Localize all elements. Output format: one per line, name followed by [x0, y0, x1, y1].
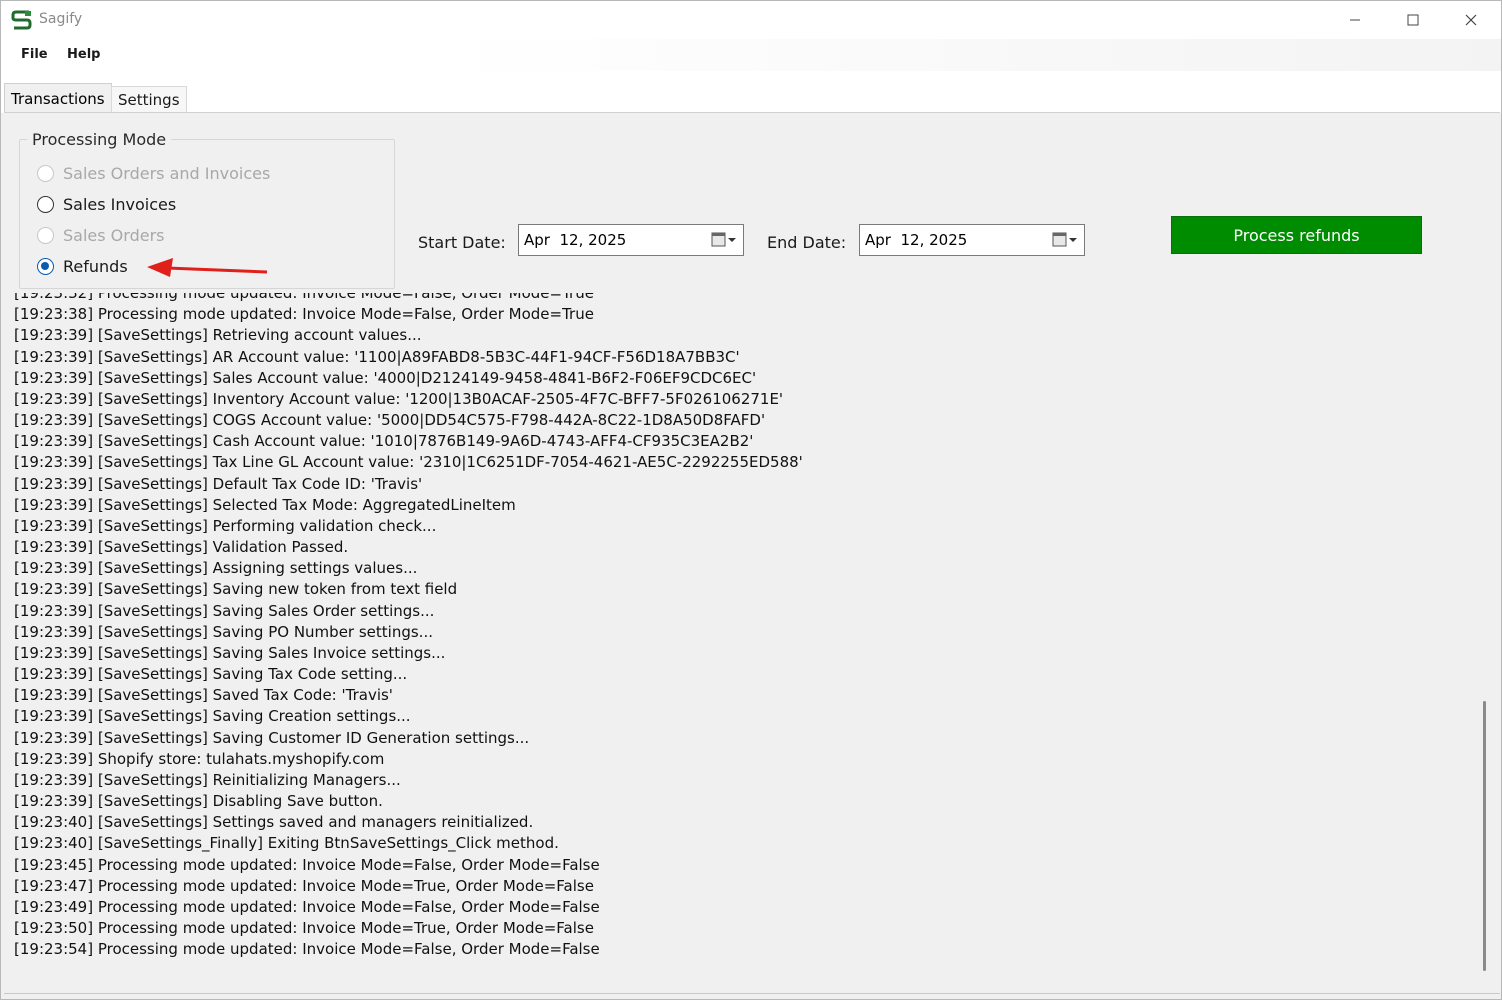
radio-button	[37, 165, 54, 182]
radio-button	[37, 227, 54, 244]
red-arrow-icon	[147, 258, 268, 277]
radio-label: Sales Orders and Invoices	[63, 164, 271, 183]
log-output[interactable]: [19:23:32] Processing mode updated: Invo…	[4, 293, 1478, 983]
maximize-icon	[1407, 14, 1419, 26]
menu-help[interactable]: Help	[67, 47, 100, 62]
log-line: [19:23:39] [SaveSettings] Saving Tax Cod…	[14, 665, 408, 684]
maximize-button[interactable]	[1384, 1, 1442, 39]
log-line: [19:23:32] Processing mode updated: Invo…	[14, 293, 594, 302]
log-line: [19:23:38] Processing mode updated: Invo…	[14, 305, 594, 324]
log-line: [19:23:39] Shopify store: tulahats.mysho…	[14, 749, 385, 768]
log-line: [19:23:39] [SaveSettings] Sales Account …	[14, 368, 757, 387]
menu-file[interactable]: File	[21, 47, 48, 62]
radio-button[interactable]	[37, 258, 54, 275]
start-date-label: Start Date:	[418, 233, 506, 252]
end-date-value[interactable]: Apr 12, 2025	[865, 231, 967, 249]
log-line: [19:23:39] [SaveSettings] Default Tax Co…	[14, 474, 423, 493]
tab-transactions[interactable]: Transactions	[4, 83, 112, 114]
app-window: Sagify File Help Transactions Settings P…	[0, 0, 1502, 1000]
log-line: [19:23:39] [SaveSettings] Assigning sett…	[14, 559, 418, 578]
log-line: [19:23:39] [SaveSettings] Performing val…	[14, 516, 437, 535]
log-line: [19:23:39] [SaveSettings] Saving Creatio…	[14, 707, 411, 726]
log-line: [19:23:39] [SaveSettings] AR Account val…	[14, 347, 740, 366]
log-line: [19:23:39] [SaveSettings] Cash Account v…	[14, 432, 754, 451]
radio-sales-invoices[interactable]: Sales Invoices	[37, 195, 176, 214]
window-title: Sagify	[39, 11, 83, 27]
log-line: [19:23:47] Processing mode updated: Invo…	[14, 876, 594, 895]
end-date-picker[interactable]: Apr 12, 2025	[859, 224, 1085, 256]
minimize-icon	[1350, 19, 1360, 21]
title-bar: Sagify	[1, 1, 1501, 39]
calendar-dropdown-icon[interactable]	[1052, 232, 1078, 248]
start-date-picker[interactable]: Apr 12, 2025	[518, 224, 744, 256]
log-line: [19:23:50] Processing mode updated: Invo…	[14, 919, 594, 938]
close-button[interactable]	[1442, 1, 1500, 39]
radio-label[interactable]: Sales Invoices	[63, 195, 176, 214]
app-logo-icon	[11, 10, 33, 30]
calendar-dropdown-icon[interactable]	[711, 232, 737, 248]
log-line: [19:23:39] [SaveSettings] Tax Line GL Ac…	[14, 453, 803, 472]
end-date-label: End Date:	[767, 233, 847, 252]
log-line: [19:23:39] [SaveSettings] Saving Sales I…	[14, 643, 446, 662]
radio-refunds[interactable]: Refunds	[37, 257, 128, 276]
radio-button[interactable]	[37, 196, 54, 213]
log-line: [19:23:45] Processing mode updated: Invo…	[14, 855, 600, 874]
radio-sales-orders: Sales Orders	[37, 226, 164, 245]
processing-mode-title: Processing Mode	[27, 130, 172, 149]
minimize-button[interactable]	[1326, 1, 1384, 39]
radio-sales-orders-and-invoices: Sales Orders and Invoices	[37, 164, 270, 183]
start-date-value[interactable]: Apr 12, 2025	[524, 231, 626, 249]
log-line: [19:23:54] Processing mode updated: Invo…	[14, 940, 600, 959]
tab-settings[interactable]: Settings	[111, 86, 187, 113]
log-line: [19:23:39] [SaveSettings] Selected Tax M…	[14, 495, 516, 514]
menu-bar: File Help	[1, 39, 1501, 71]
log-line: [19:23:39] [SaveSettings] Saved Tax Code…	[14, 686, 393, 705]
log-line: [19:23:40] [SaveSettings] Settings saved…	[14, 813, 534, 832]
radio-label: Sales Orders	[63, 226, 165, 245]
log-line: [19:23:40] [SaveSettings_Finally] Exitin…	[14, 834, 559, 853]
log-line: [19:23:39] [SaveSettings] Disabling Save…	[14, 792, 383, 811]
close-icon	[1465, 14, 1477, 26]
log-line: [19:23:49] Processing mode updated: Invo…	[14, 897, 600, 916]
radio-label[interactable]: Refunds	[63, 257, 128, 276]
log-line: [19:23:39] [SaveSettings] Saving new tok…	[14, 580, 458, 599]
log-line: [19:23:39] [SaveSettings] Saving Custome…	[14, 728, 530, 747]
log-line: [19:23:39] [SaveSettings] Validation Pas…	[14, 538, 349, 557]
log-line: [19:23:39] [SaveSettings] Saving PO Numb…	[14, 622, 433, 641]
divider	[4, 993, 1500, 994]
log-scrollbar[interactable]	[1477, 297, 1495, 975]
log-line: [19:23:39] [SaveSettings] Saving Sales O…	[14, 601, 435, 620]
log-line: [19:23:39] [SaveSettings] Retrieving acc…	[14, 326, 422, 345]
log-line: [19:23:39] [SaveSettings] Reinitializing…	[14, 770, 401, 789]
log-line: [19:23:39] [SaveSettings] COGS Account v…	[14, 411, 766, 430]
process-refunds-button[interactable]: Process refunds	[1171, 216, 1422, 254]
log-scrollbar-thumb[interactable]	[1483, 701, 1486, 971]
tab-strip: Transactions Settings	[1, 71, 1501, 114]
log-line: [19:23:39] [SaveSettings] Inventory Acco…	[14, 389, 784, 408]
